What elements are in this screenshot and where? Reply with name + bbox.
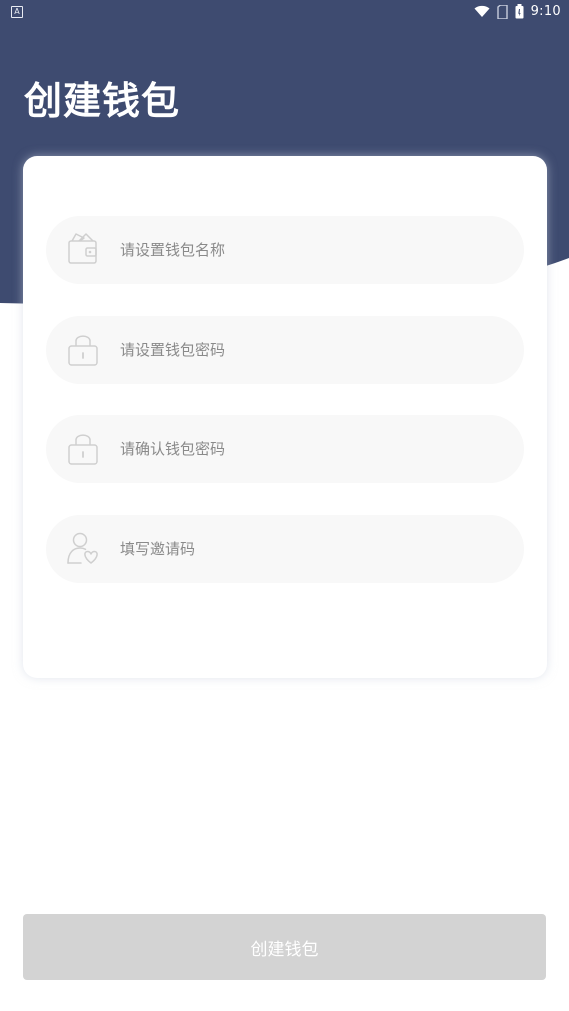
lock-icon	[68, 434, 98, 465]
status-time: 9:10	[530, 4, 561, 19]
wallet-name-input[interactable]	[120, 216, 500, 284]
invite-code-field[interactable]	[46, 515, 524, 583]
sim-icon	[496, 4, 508, 19]
confirm-password-input[interactable]	[120, 415, 500, 483]
lock-icon	[68, 335, 98, 366]
user-heart-icon	[67, 532, 98, 564]
wallet-password-field[interactable]	[46, 316, 524, 384]
create-wallet-button[interactable]: 创建钱包	[23, 914, 546, 980]
notification-a-icon: A	[11, 6, 23, 18]
status-icons: 9:10	[474, 4, 561, 19]
page-title: 创建钱包	[24, 79, 181, 123]
confirm-password-field[interactable]	[46, 415, 524, 483]
wifi-icon	[474, 5, 490, 17]
form-card	[23, 156, 547, 678]
wallet-name-field[interactable]	[46, 216, 524, 284]
battery-icon	[515, 4, 524, 19]
wallet-icon	[68, 233, 97, 264]
wallet-password-input[interactable]	[120, 316, 500, 384]
status-bar: A 9:10	[0, 0, 569, 26]
invite-code-input[interactable]	[120, 515, 500, 583]
